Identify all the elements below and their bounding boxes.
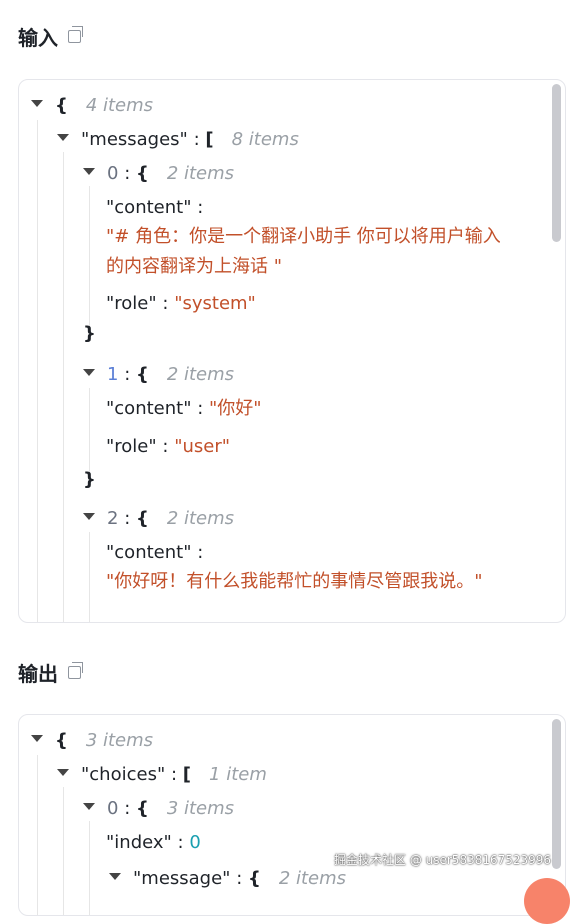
open-brace: { <box>55 730 68 751</box>
copy-icon[interactable] <box>68 26 83 43</box>
collapse-triangle-icon[interactable] <box>57 133 69 141</box>
collapse-triangle-icon[interactable] <box>83 512 95 520</box>
json-key: "content" <box>106 542 192 563</box>
role-row: "role" : "system" <box>106 292 256 316</box>
message-0-row: 0 : {2 items <box>83 162 234 186</box>
item-count: 8 items <box>231 129 299 150</box>
indent-guide <box>37 120 38 622</box>
item-count: 3 items <box>85 730 154 751</box>
collapse-triangle-icon[interactable] <box>31 99 43 107</box>
item-count: 1 item <box>209 764 267 785</box>
colon: : <box>197 197 204 218</box>
content-key-row: "content" : <box>106 541 203 565</box>
open-brace: { <box>136 798 149 819</box>
floating-action-button[interactable] <box>524 878 570 924</box>
open-bracket: [ <box>205 129 214 150</box>
choice-0-row: 0 : {3 items <box>83 797 234 821</box>
json-string-value: "user" <box>174 436 231 457</box>
colon: : <box>124 364 131 385</box>
input-title-text: 输入 <box>18 26 58 50</box>
colon: : <box>162 436 169 457</box>
json-key: "messages" <box>81 129 188 150</box>
item-count: 2 items <box>166 364 235 385</box>
colon: : <box>197 542 204 563</box>
item-count: 3 items <box>166 798 235 819</box>
output-section-title: 输出 <box>18 658 83 687</box>
close-brace: } <box>83 323 96 344</box>
collapse-triangle-icon[interactable] <box>31 734 43 742</box>
json-key: "role" <box>106 436 157 457</box>
indent-guide <box>89 532 90 622</box>
json-root-row: {4 items <box>31 94 153 118</box>
watermark: 掘金技术社区 @ user5838167523996 <box>334 853 552 867</box>
indent-guide <box>63 152 64 622</box>
index-row: "index" : 0 <box>106 831 201 855</box>
json-key: "role" <box>106 293 157 314</box>
colon: : <box>197 398 204 419</box>
indent-guide <box>37 755 38 915</box>
copy-icon[interactable] <box>68 662 83 679</box>
scrollbar-thumb[interactable] <box>552 719 561 869</box>
collapse-triangle-icon[interactable] <box>83 167 95 175</box>
input-json-panel[interactable]: {4 items "messages" : [8 items 0 : {2 it… <box>18 79 566 623</box>
message-1-row: 1 : {2 items <box>83 363 234 387</box>
colon: : <box>177 832 184 853</box>
open-brace: { <box>136 508 149 529</box>
scrollbar-thumb[interactable] <box>552 84 561 242</box>
json-key: "content" <box>106 197 192 218</box>
collapse-triangle-icon[interactable] <box>83 368 95 376</box>
content-row: "content" : "你好" <box>106 397 262 421</box>
input-section-title: 输入 <box>18 22 83 51</box>
open-brace: { <box>55 95 68 116</box>
messages-row: "messages" : [8 items <box>57 128 299 152</box>
close-brace: } <box>83 469 96 490</box>
array-index: 0 <box>107 798 119 819</box>
indent-guide <box>89 186 90 336</box>
json-number-value: 0 <box>189 832 201 853</box>
message-2-row: 2 : {2 items <box>83 507 234 531</box>
json-key: "choices" <box>81 764 166 785</box>
item-count: 4 items <box>85 95 154 116</box>
array-index: 1 <box>107 364 119 385</box>
array-index: 2 <box>107 508 119 529</box>
colon: : <box>124 798 131 819</box>
colon: : <box>162 293 169 314</box>
content-value: "# 角色：你是一个翻译小助手 你可以将用户输入的内容翻译为上海话 " <box>106 226 501 277</box>
json-key: "content" <box>106 398 192 419</box>
content-value: "你好呀！有什么我能帮忙的事情尽管跟我说。" <box>106 571 483 592</box>
open-brace: { <box>136 364 149 385</box>
colon: : <box>124 508 131 529</box>
choices-row: "choices" : [1 item <box>57 763 267 787</box>
content-key-row: "content" : <box>106 196 203 220</box>
colon: : <box>170 764 178 785</box>
collapse-triangle-icon[interactable] <box>109 872 121 880</box>
message-row: "message" : {2 items <box>109 867 346 891</box>
json-string-value: "system" <box>174 293 256 314</box>
json-root-row: {3 items <box>31 729 153 753</box>
indent-guide <box>63 787 64 915</box>
open-brace: { <box>136 163 149 184</box>
collapse-triangle-icon[interactable] <box>83 802 95 810</box>
output-title-text: 输出 <box>18 662 58 686</box>
item-count: 2 items <box>166 163 235 184</box>
json-key: "index" <box>106 832 172 853</box>
collapse-triangle-icon[interactable] <box>57 768 69 776</box>
colon: : <box>124 163 131 184</box>
item-count: 2 items <box>166 508 235 529</box>
json-string-value: "你好" <box>209 398 262 419</box>
array-index: 0 <box>107 163 119 184</box>
open-bracket: [ <box>182 764 192 785</box>
role-row: "role" : "user" <box>106 435 230 459</box>
indent-guide <box>89 821 90 915</box>
close-brace-row: } <box>83 468 96 492</box>
close-brace-row: } <box>83 322 96 346</box>
colon: : <box>193 129 200 150</box>
